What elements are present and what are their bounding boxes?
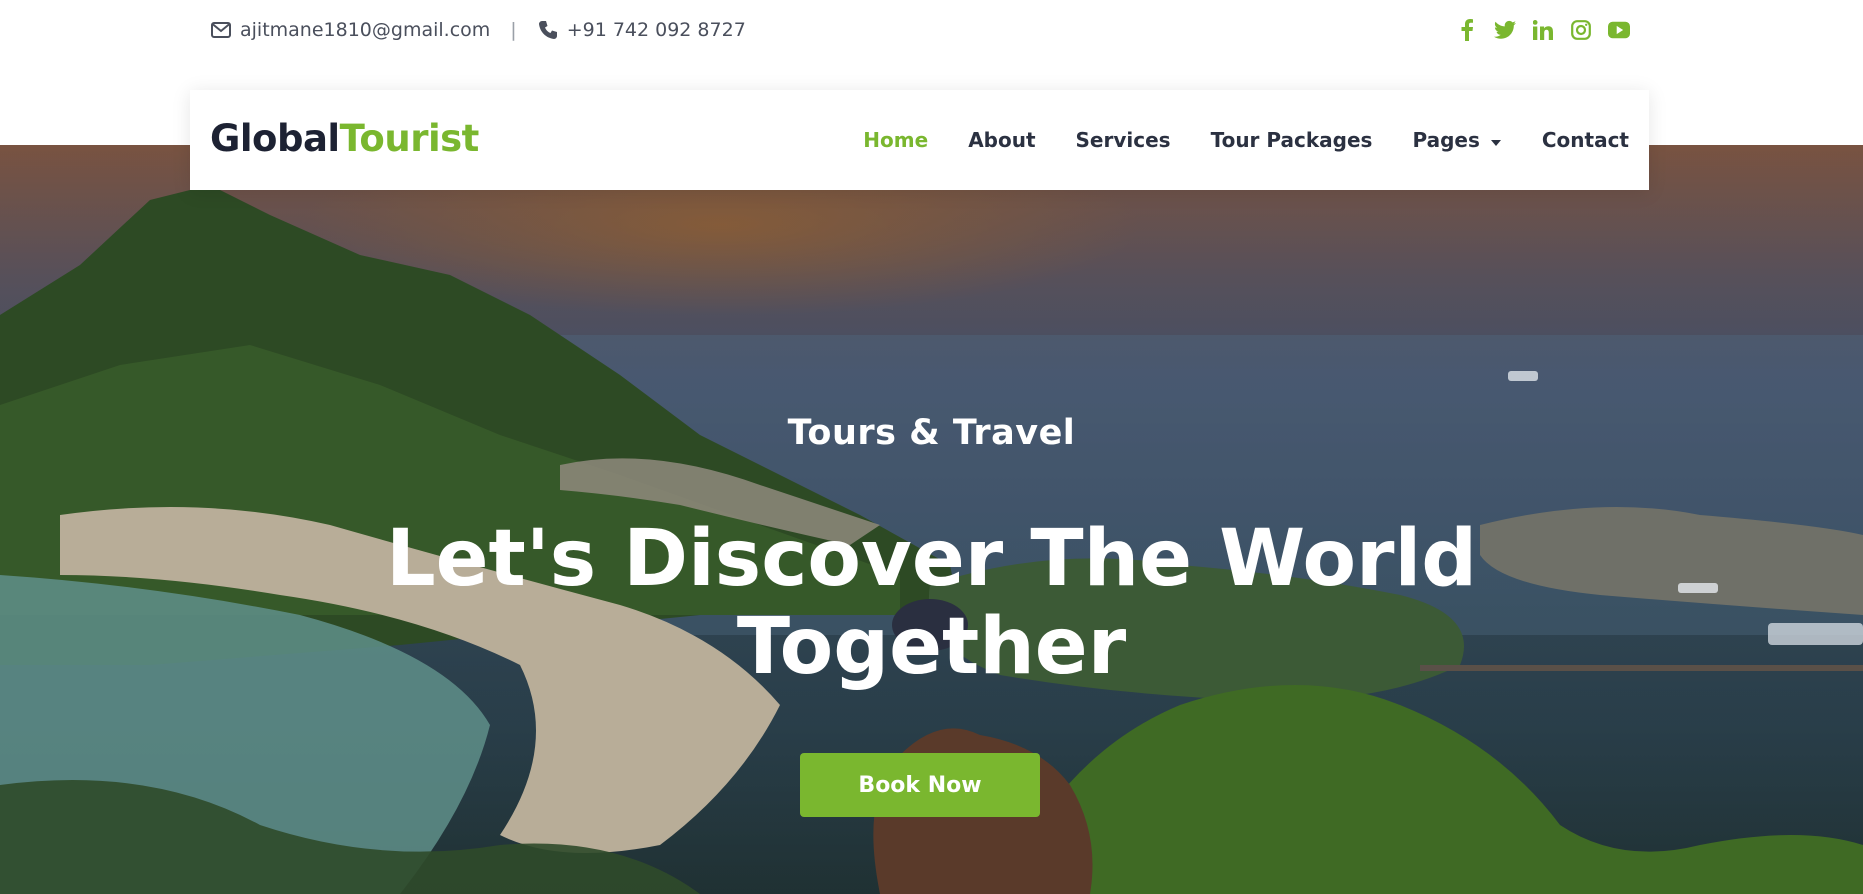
hero-eyebrow: Tours & Travel: [787, 413, 1076, 453]
social-links: [1456, 16, 1630, 44]
caret-down-icon: [1490, 128, 1502, 152]
contact-separator: |: [510, 19, 517, 41]
site-logo[interactable]: GlobalTourist: [210, 117, 479, 160]
book-now-button[interactable]: Book Now: [800, 753, 1040, 817]
nav-item-label: About: [968, 128, 1036, 152]
main-navbar: GlobalTourist Home About Services Tour P…: [190, 90, 1649, 190]
nav-item-label: Home: [863, 128, 929, 152]
nav-item-services[interactable]: Services: [1076, 128, 1171, 152]
hero-headline: Let's Discover The World Together: [0, 515, 1863, 691]
contact-phone[interactable]: +91 742 092 8727: [567, 19, 746, 41]
facebook-icon[interactable]: [1456, 19, 1478, 41]
linkedin-icon[interactable]: [1532, 19, 1554, 41]
twitter-icon[interactable]: [1494, 19, 1516, 41]
top-contact-bar: ajitmane1810@gmail.com | +91 742 092 872…: [0, 0, 1863, 60]
nav-item-home[interactable]: Home: [863, 128, 928, 152]
nav-item-about[interactable]: About: [968, 128, 1035, 152]
hero-section: Tours & Travel Let's Discover The World …: [0, 145, 1863, 894]
nav-item-label: Tour Packages: [1210, 128, 1373, 152]
nav-item-label: Services: [1075, 128, 1171, 152]
nav-item-pages[interactable]: Pages: [1412, 128, 1501, 152]
primary-nav: Home About Services Tour Packages Pages …: [863, 90, 1629, 190]
logo-text-tourist: Tourist: [339, 117, 480, 160]
nav-item-label: Contact: [1541, 128, 1629, 152]
logo-text-global: Global: [210, 117, 340, 160]
nav-item-label: Pages: [1412, 128, 1480, 152]
envelope-icon: [210, 19, 232, 41]
nav-item-tour-packages[interactable]: Tour Packages: [1211, 128, 1373, 152]
hero-headline-line-1: Let's Discover The World: [385, 514, 1478, 604]
instagram-icon[interactable]: [1570, 19, 1592, 41]
youtube-icon[interactable]: [1608, 19, 1630, 41]
hero-headline-line-2: Together: [736, 602, 1127, 692]
phone-icon: [537, 19, 559, 41]
contact-info: ajitmane1810@gmail.com | +91 742 092 872…: [210, 14, 746, 46]
contact-email[interactable]: ajitmane1810@gmail.com: [240, 19, 490, 41]
nav-item-contact[interactable]: Contact: [1542, 128, 1629, 152]
